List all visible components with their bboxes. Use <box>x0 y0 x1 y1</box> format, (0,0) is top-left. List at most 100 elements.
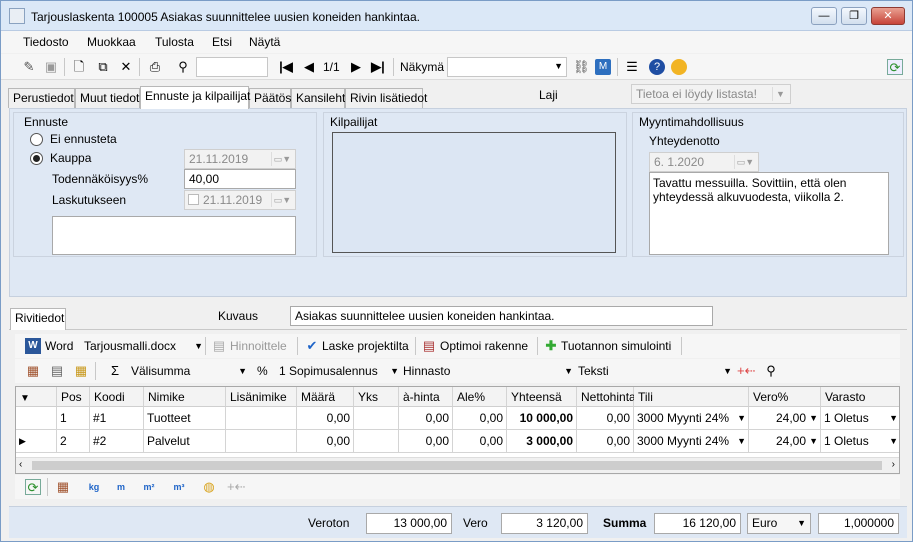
cell-tili[interactable]: 3000 Myynti 24% ▼ <box>634 407 749 430</box>
chevron-down-icon[interactable]: ▼ <box>809 430 818 452</box>
scrollbar-thumb[interactable] <box>32 461 882 470</box>
cell-koodi[interactable]: #1 <box>90 407 144 430</box>
chevron-down-icon[interactable]: ▼ <box>737 407 746 429</box>
sales-note-textarea[interactable]: Tavattu messuilla. Sovittiin, että olen … <box>649 172 889 255</box>
coins-icon[interactable]: ◍ <box>201 479 217 495</box>
cell-yks[interactable] <box>354 430 399 453</box>
laske-projektilta-button[interactable]: Laske projektilta <box>322 339 409 353</box>
menu-etsi[interactable]: Etsi <box>212 35 232 49</box>
discount-dropdown[interactable]: 1 Sopimusalennus ▼ <box>275 361 399 381</box>
col-header-nimike[interactable]: Nimike <box>144 387 226 407</box>
tab-kansilehti[interactable]: Kansilehti <box>291 88 348 108</box>
list-view-icon[interactable]: ☰ <box>624 59 640 75</box>
menu-tulosta[interactable]: Tulosta <box>155 35 194 49</box>
tab-ennuste-ja-kilpailijat[interactable]: Ennuste ja kilpailijat <box>140 86 250 109</box>
chevron-down-icon[interactable]: ▼ <box>889 430 898 452</box>
col-header-koodi[interactable]: Koodi <box>90 387 144 407</box>
delete-icon[interactable]: ✕ <box>118 59 134 75</box>
kg-unit-icon[interactable]: kg <box>83 479 105 495</box>
cubic-meter-unit-icon[interactable]: m³ <box>169 479 189 495</box>
cell-nettohinta[interactable]: 0,00 <box>577 407 634 430</box>
tab-rivin-lisatiedot[interactable]: Rivin lisätiedot <box>345 88 427 108</box>
hinnasto-dropdown[interactable]: Hinnasto ▼ <box>399 361 573 381</box>
col-header-yks[interactable]: Yks <box>354 387 399 407</box>
row-selector-current[interactable]: ▶ <box>16 430 57 453</box>
cell-yks[interactable] <box>354 407 399 430</box>
menu-nayta[interactable]: Näytä <box>249 35 280 49</box>
cell-pos[interactable]: 1 <box>57 407 90 430</box>
cell-varasto[interactable]: 1 Oletus ▼ <box>821 430 899 453</box>
packages-icon[interactable]: ▦ <box>73 363 89 379</box>
competitors-list[interactable] <box>332 132 616 253</box>
col-header-pos[interactable]: Pos <box>57 387 90 407</box>
cell-nimike[interactable]: Palvelut <box>144 430 226 453</box>
m-files-icon[interactable]: M <box>595 59 611 75</box>
laji-dropdown[interactable]: Tietoa ei löydy listasta! ▼ <box>631 84 791 104</box>
trade-date-field[interactable]: 21.11.2019 ▭▼ <box>184 149 296 169</box>
sigma-icon[interactable]: Σ <box>107 363 123 379</box>
col-header-ale[interactable]: Ale% <box>453 387 507 407</box>
cell-a-hinta[interactable]: 0,00 <box>399 430 453 453</box>
previous-record-icon[interactable]: ◀ <box>301 59 317 75</box>
refresh-icon[interactable]: ⟳ <box>887 59 903 75</box>
bricks-icon[interactable]: ▦ <box>25 363 41 379</box>
save-icon[interactable]: ▣ <box>43 59 59 75</box>
new-document-icon[interactable]: 🗋 <box>71 59 87 75</box>
grid-icon[interactable]: ▤ <box>49 363 65 379</box>
edit-icon[interactable]: ✎ <box>21 59 37 75</box>
cell-nimike[interactable]: Tuotteet <box>144 407 226 430</box>
chevron-down-icon[interactable]: ▼ <box>809 407 818 429</box>
hinnoittele-button[interactable]: Hinnoittele <box>230 339 287 353</box>
invoicing-checkbox[interactable] <box>188 194 199 205</box>
optimize-icon[interactable]: ▤ <box>421 338 437 354</box>
col-header-maara[interactable]: Määrä <box>297 387 354 407</box>
contact-date-field[interactable]: 6. 1.2020 ▭▼ <box>649 152 759 172</box>
tab-perustiedot[interactable]: Perustiedot <box>8 88 75 108</box>
cell-pos[interactable]: 2 <box>57 430 90 453</box>
insert-disabled-icon[interactable]: +⇠ <box>227 479 245 495</box>
cell-maara[interactable]: 0,00 <box>297 430 354 453</box>
scroll-left-icon[interactable]: ‹ <box>19 459 22 470</box>
square-meter-unit-icon[interactable]: m² <box>139 479 159 495</box>
menu-muokkaa[interactable]: Muokkaa <box>87 35 136 49</box>
cell-yhteensa[interactable]: 10 000,00 <box>507 407 577 430</box>
no-forecast-radio[interactable] <box>30 133 43 146</box>
grid-column-chooser[interactable]: ▼ <box>16 387 57 407</box>
next-record-icon[interactable]: ▶ <box>348 59 364 75</box>
col-header-a-hinta[interactable]: à-hinta <box>399 387 453 407</box>
cell-koodi[interactable]: #2 <box>90 430 144 453</box>
insert-row-icon[interactable]: +⇠ <box>737 363 755 379</box>
valisumma-dropdown[interactable]: Välisumma ▼ <box>127 361 247 381</box>
col-header-varasto[interactable]: Varasto <box>821 387 899 407</box>
currency-dropdown[interactable]: Euro ▼ <box>747 513 811 534</box>
first-record-icon[interactable]: |◀ <box>278 59 294 75</box>
trade-radio[interactable] <box>30 152 43 165</box>
col-header-vero[interactable]: Vero% <box>749 387 821 407</box>
check-circle-icon[interactable]: ✔ <box>304 338 320 354</box>
search-input[interactable] <box>196 57 268 77</box>
copy-document-icon[interactable]: ⧉ <box>95 59 111 75</box>
view-dropdown[interactable]: ▼ <box>447 57 567 77</box>
package-icon[interactable]: ▦ <box>55 479 71 495</box>
cell-maara[interactable]: 0,00 <box>297 407 354 430</box>
minimize-button[interactable]: — <box>811 7 837 25</box>
maximize-button[interactable]: ❐ <box>841 7 867 25</box>
horizontal-scrollbar[interactable]: ‹ › <box>16 457 899 473</box>
calendar-dropdown-icon[interactable]: ▭▼ <box>734 155 756 169</box>
optimoi-rakenne-button[interactable]: Optimoi rakenne <box>440 339 528 353</box>
exchange-rate-field[interactable]: 1,000000 <box>818 513 899 534</box>
menu-tiedosto[interactable]: Tiedosto <box>23 35 69 49</box>
cell-lisanimike[interactable] <box>226 407 297 430</box>
calendar-dropdown-icon[interactable]: ▭▼ <box>271 193 293 207</box>
find-icon[interactable]: ⚲ <box>175 59 191 75</box>
meter-unit-icon[interactable]: m <box>113 479 129 495</box>
cell-a-hinta[interactable]: 0,00 <box>399 407 453 430</box>
word-icon[interactable]: W <box>25 338 41 354</box>
probability-input[interactable]: 40,00 <box>184 169 296 189</box>
pricing-icon[interactable]: ▤ <box>211 338 227 354</box>
cell-lisanimike[interactable] <box>226 430 297 453</box>
col-header-lisanimike[interactable]: Lisänimike <box>226 387 297 407</box>
calendar-dropdown-icon[interactable]: ▭▼ <box>271 152 293 166</box>
pay-icon[interactable] <box>671 59 687 75</box>
cell-varasto[interactable]: 1 Oletus ▼ <box>821 407 899 430</box>
